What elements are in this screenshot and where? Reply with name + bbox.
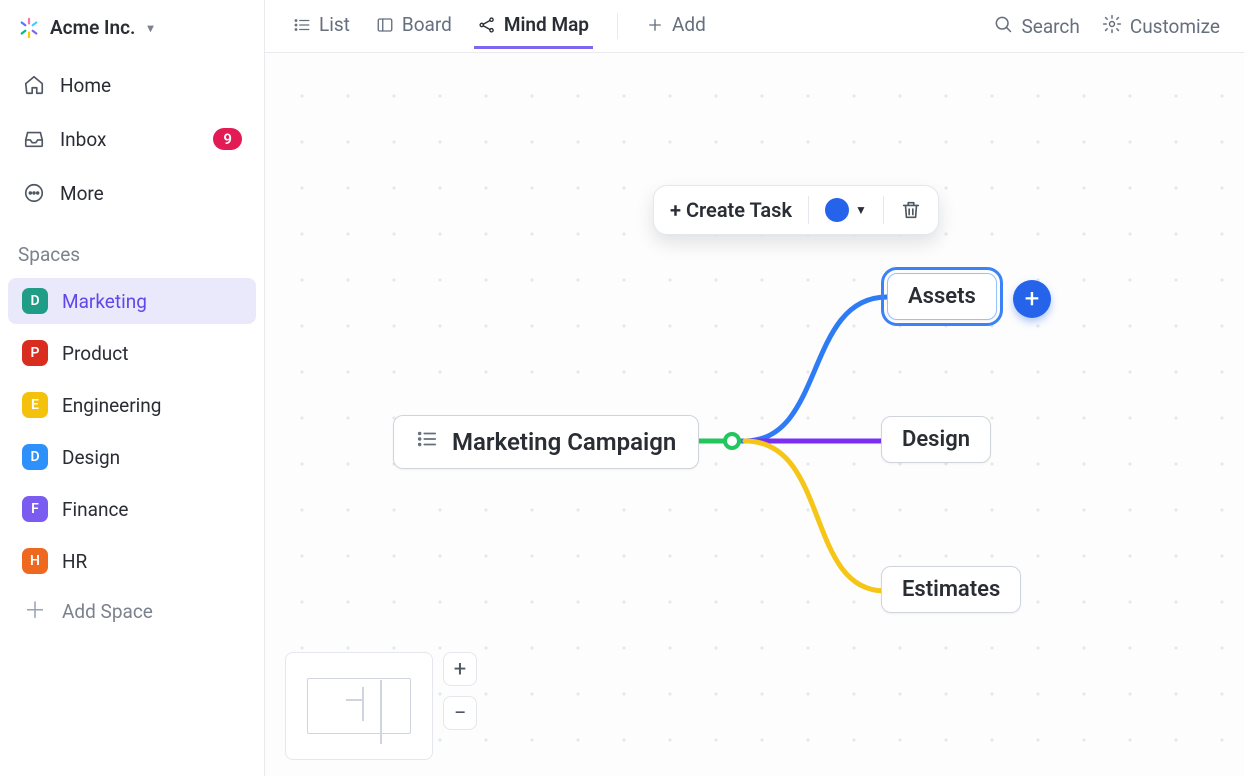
main: List Board Mind Map Add <box>265 0 1244 776</box>
node-root[interactable]: Marketing Campaign <box>393 415 699 469</box>
sidebar-space-hr[interactable]: H HR <box>8 538 256 584</box>
customize-button[interactable]: Customize <box>1102 14 1220 39</box>
tab-add-view[interactable]: Add <box>642 3 710 49</box>
create-task-button[interactable]: + Create Task <box>670 198 792 222</box>
plus-icon: ＋ <box>22 601 48 623</box>
node-estimates[interactable]: Estimates <box>881 566 1021 613</box>
space-label: Marketing <box>62 290 147 313</box>
space-swatch: D <box>22 444 48 470</box>
more-icon <box>22 181 46 205</box>
color-picker[interactable]: ▼ <box>825 198 867 222</box>
inbox-icon <box>22 127 46 151</box>
nav-more[interactable]: More <box>8 171 256 215</box>
tab-label: Board <box>402 13 452 36</box>
workspace-name: Acme Inc. <box>50 16 135 39</box>
space-swatch: D <box>22 288 48 314</box>
customize-label: Customize <box>1130 15 1220 38</box>
nav-label: Inbox <box>60 128 106 151</box>
node-assets[interactable]: Assets <box>887 273 997 320</box>
search-icon <box>993 14 1013 39</box>
sidebar-space-design[interactable]: D Design <box>8 434 256 480</box>
minimap-panel: + − <box>285 652 477 760</box>
sidebar-space-engineering[interactable]: E Engineering <box>8 382 256 428</box>
space-label: Finance <box>62 498 128 521</box>
sidebar: Acme Inc. ▾ Home Inbox 9 More Spaces D Ma… <box>0 0 265 776</box>
divider <box>883 196 884 224</box>
space-label: Engineering <box>62 394 161 417</box>
list-icon <box>293 16 311 34</box>
tab-label: List <box>319 13 350 36</box>
search-button[interactable]: Search <box>993 14 1079 39</box>
node-label: Assets <box>908 284 976 309</box>
zoom-out-button[interactable]: − <box>443 696 477 730</box>
chevron-down-icon: ▾ <box>147 21 153 35</box>
tab-label: Add <box>672 13 706 36</box>
space-swatch: P <box>22 340 48 366</box>
add-space-label: Add Space <box>62 600 153 623</box>
space-swatch: F <box>22 496 48 522</box>
sidebar-space-product[interactable]: P Product <box>8 330 256 376</box>
nav-inbox[interactable]: Inbox 9 <box>8 117 256 161</box>
sidebar-space-finance[interactable]: F Finance <box>8 486 256 532</box>
gear-icon <box>1102 14 1122 39</box>
add-child-button[interactable]: + <box>1013 280 1051 318</box>
node-context-bar: + Create Task ▼ <box>653 185 939 235</box>
space-label: HR <box>62 550 87 573</box>
sidebar-space-marketing[interactable]: D Marketing <box>8 278 256 324</box>
divider <box>808 196 809 224</box>
node-label: Design <box>902 427 970 452</box>
tab-label: Mind Map <box>504 13 589 36</box>
home-icon <box>22 73 46 97</box>
space-label: Design <box>62 446 120 469</box>
add-space-button[interactable]: ＋ Add Space <box>8 590 256 633</box>
mindmap-canvas[interactable]: Marketing Campaign Assets + Design Estim… <box>265 53 1244 776</box>
delete-button[interactable] <box>900 199 922 221</box>
minimap-viewport <box>307 678 411 734</box>
mindmap-icon <box>478 16 496 34</box>
view-tabs: List Board Mind Map Add <box>265 0 1244 53</box>
workspace-switcher[interactable]: Acme Inc. ▾ <box>8 10 256 45</box>
space-label: Product <box>62 342 128 365</box>
space-swatch: H <box>22 548 48 574</box>
nav-label: Home <box>60 74 111 97</box>
app-logo-icon <box>18 17 40 39</box>
node-label: Estimates <box>902 577 1000 602</box>
node-design[interactable]: Design <box>881 416 991 463</box>
tab-board[interactable]: Board <box>372 3 456 49</box>
plus-icon: + <box>1025 284 1040 314</box>
tab-mindmap[interactable]: Mind Map <box>474 3 593 49</box>
search-label: Search <box>1021 15 1079 38</box>
inbox-badge: 9 <box>213 128 242 150</box>
node-label: Marketing Campaign <box>452 428 676 456</box>
caret-down-icon: ▼ <box>855 203 867 217</box>
plus-icon <box>646 16 664 34</box>
spaces-heading: Spaces <box>8 237 256 272</box>
board-icon <box>376 16 394 34</box>
minimap[interactable] <box>285 652 433 760</box>
nav-label: More <box>60 182 104 205</box>
tab-list[interactable]: List <box>289 3 354 49</box>
list-icon <box>416 428 438 456</box>
space-swatch: E <box>22 392 48 418</box>
zoom-in-button[interactable]: + <box>443 652 477 686</box>
nav-home[interactable]: Home <box>8 63 256 107</box>
branch-hub[interactable] <box>723 432 741 450</box>
divider <box>617 13 618 39</box>
color-dot-icon <box>825 198 849 222</box>
